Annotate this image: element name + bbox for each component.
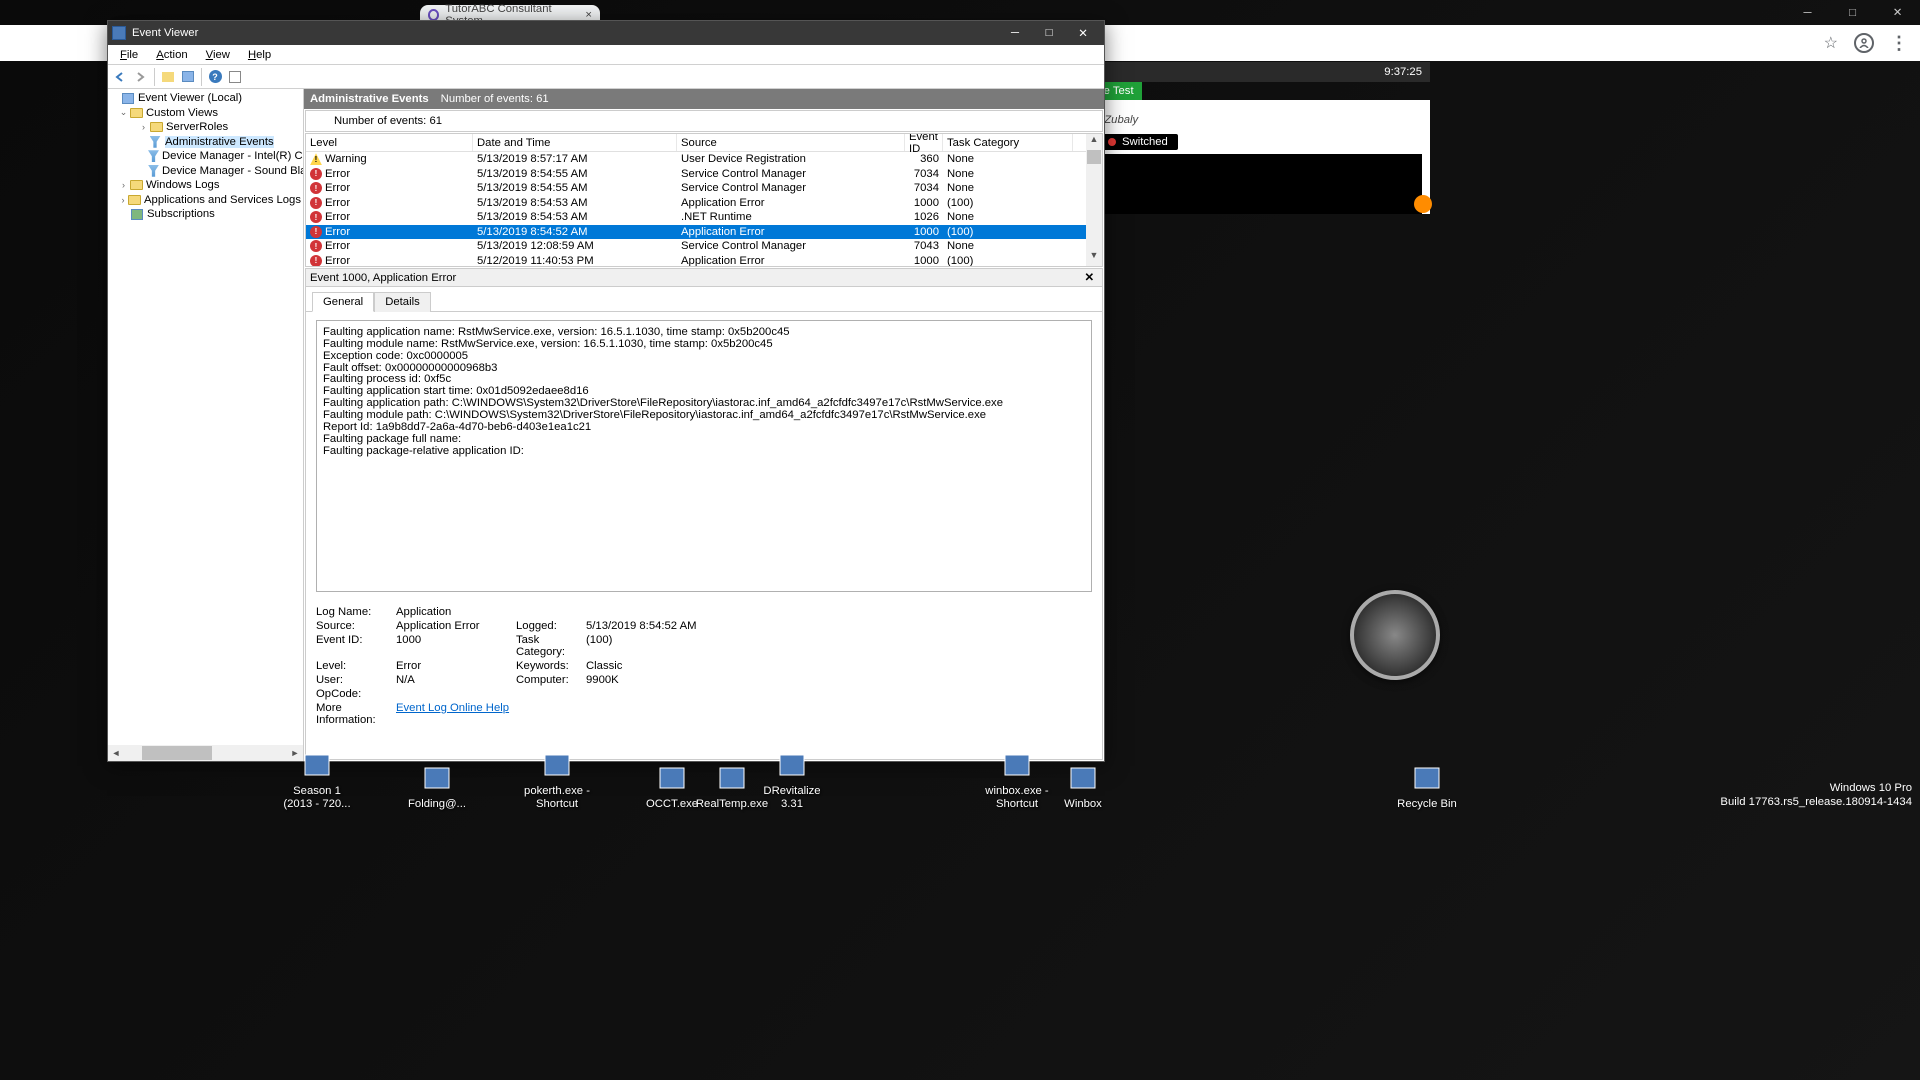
tree-subs[interactable]: Subscriptions [147,208,215,220]
close-button[interactable]: ✕ [1066,21,1100,45]
detail-pane: Event 1000, Application Error ✕ General … [305,268,1103,760]
expand-icon[interactable]: › [118,180,129,190]
back-button[interactable] [112,68,130,86]
event-viewer-window: Event Viewer ─ □ ✕ File Action View Help… [107,20,1105,762]
event-list[interactable]: Level Date and Time Source Event ID Task… [305,133,1103,267]
event-row[interactable]: !Error5/13/2019 12:08:59 AMService Contr… [306,239,1086,254]
tree-server-roles[interactable]: ServerRoles [166,121,228,133]
bg-window-buttons: ─ □ ✕ [1785,0,1920,25]
desktop: ─ □ ✕ TutorABC Consultant System × ☆ ⋮ 9… [0,0,1920,1080]
tb-icon-2[interactable] [179,68,197,86]
maximize-button[interactable]: □ [1032,21,1066,45]
bg-close[interactable]: ✕ [1875,0,1920,25]
tree-dev2[interactable]: Device Manager - Sound Blaster Z [162,165,304,177]
event-row[interactable]: !Error5/13/2019 8:54:53 AMApplication Er… [306,196,1086,211]
bg-min[interactable]: ─ [1785,0,1830,25]
tree-dev1[interactable]: Device Manager - Intel(R) Chipset SA [162,150,304,162]
app-icon [112,26,126,40]
col-date[interactable]: Date and Time [473,134,677,151]
detail-tabs: General Details [306,287,1102,311]
tree-win-logs[interactable]: Windows Logs [146,179,219,191]
event-row[interactable]: !Error5/12/2019 11:40:53 PMApplication E… [306,254,1086,267]
col-eventid[interactable]: Event ID [905,134,943,151]
event-row[interactable]: !Error5/13/2019 8:54:52 AMApplication Er… [306,225,1086,240]
tb-icon-1[interactable] [159,68,177,86]
col-category[interactable]: Task Category [943,134,1073,151]
col-source[interactable]: Source [677,134,905,151]
titlebar[interactable]: Event Viewer ─ □ ✕ [108,21,1104,45]
right-panel: 9:37:25 ce Test : Zubaly Switched [1090,62,1430,218]
filter-icon[interactable] [312,115,324,127]
menu-view[interactable]: View [198,47,238,63]
profile-icon[interactable] [1854,33,1874,53]
minimize-button[interactable]: ─ [998,21,1032,45]
event-row[interactable]: !Error5/13/2019 8:54:55 AMService Contro… [306,181,1086,196]
clock-gadget[interactable] [1350,590,1440,680]
tb-icon-3[interactable] [226,68,244,86]
nav-tree[interactable]: Event Viewer (Local) ⌄ Custom Views › Serv… [108,89,304,761]
expand-icon[interactable]: ⌄ [118,107,129,118]
event-row[interactable]: !Error5/13/2019 8:54:53 AM.NET Runtime10… [306,210,1086,225]
desktop-icon[interactable]: Season 1 (2013 - 720... [280,747,354,810]
menubar: File Action View Help [108,45,1104,65]
detail-close-icon[interactable]: ✕ [1081,271,1098,284]
filter-count: Number of events: 61 [334,115,442,127]
menu-action[interactable]: Action [148,47,195,63]
switch-badge: Switched [1098,134,1178,150]
forward-button[interactable] [132,68,150,86]
event-message[interactable]: Faulting application name: RstMwService.… [316,320,1092,592]
chrome-menu-icon[interactable]: ⋮ [1890,33,1908,54]
column-headers[interactable]: Level Date and Time Source Event ID Task… [306,134,1086,152]
help-button[interactable]: ? [206,68,224,86]
desktop-icon[interactable]: Winbox [1046,760,1120,810]
detail-title: Event 1000, Application Error [310,272,456,284]
bg-max[interactable]: □ [1830,0,1875,25]
panel-time: 9:37:25 [1384,66,1422,78]
tab-details[interactable]: Details [374,292,431,312]
event-row[interactable]: !Error5/13/2019 8:54:55 AMService Contro… [306,167,1086,182]
main-header: Administrative Events Number of events: … [304,89,1104,109]
desktop-icon[interactable]: Recycle Bin [1390,760,1464,810]
main-title: Administrative Events [310,93,429,105]
menu-file[interactable]: File [112,47,146,63]
tree-app-svc[interactable]: Applications and Services Logs [144,194,301,206]
main-pane: Administrative Events Number of events: … [304,89,1104,761]
orange-indicator [1414,195,1432,213]
expand-icon[interactable]: › [118,195,128,205]
desktop-icon[interactable]: DRevitalize 3.31 [755,747,829,810]
event-row[interactable]: !Warning5/13/2019 8:57:17 AMUser Device … [306,152,1086,167]
main-count: Number of events: 61 [441,93,549,105]
online-help-link[interactable]: Event Log Online Help [396,702,726,726]
expand-icon[interactable]: › [138,122,149,132]
filter-bar: Number of events: 61 [305,110,1103,132]
tree-admin-events[interactable]: Administrative Events [165,136,274,148]
panel-name: : Zubaly [1090,100,1430,134]
toolbar: ? [108,65,1104,89]
desktop-icon[interactable]: pokerth.exe - Shortcut [520,747,594,810]
panel-blackbox [1098,154,1422,214]
event-properties: Log Name:Application Source:Application … [316,606,1092,726]
desktop-icon[interactable]: Folding@... [400,760,474,810]
tab-general[interactable]: General [312,292,374,312]
bookmark-icon[interactable]: ☆ [1824,33,1838,53]
col-level[interactable]: Level [306,134,473,151]
tree-custom-views[interactable]: Custom Views [146,107,218,119]
window-title: Event Viewer [132,27,198,39]
os-info: Windows 10 Pro Build 17763.rs5_release.1… [1720,781,1912,810]
menu-help[interactable]: Help [240,47,279,63]
tree-root[interactable]: Event Viewer (Local) [138,92,242,104]
tree-hscrollbar[interactable]: ◄► [108,745,303,761]
event-vscrollbar[interactable]: ▲▼ [1086,134,1102,266]
detail-header: Event 1000, Application Error ✕ [306,269,1102,287]
desktop-icon[interactable]: winbox.exe - Shortcut [980,747,1054,810]
